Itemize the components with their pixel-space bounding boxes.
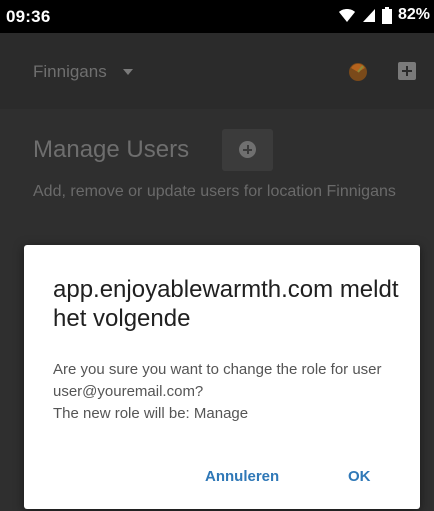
battery-icon [381,6,392,24]
location-dropdown[interactable]: Finnigans [33,62,133,82]
signal-icon [362,7,376,23]
dialog-title: app.enjoyablewarmth.com meldt het volgen… [53,276,399,332]
status-bar: 09:36 82% [0,0,434,33]
wifi-icon [338,7,356,23]
battery-percent: 82% [397,6,430,23]
page-title: Manage Users [33,136,190,163]
gauge-icon[interactable] [348,62,368,82]
plus-circle-icon [239,141,256,158]
dialog-message-line: The new role will be: Manage [53,405,249,422]
ok-button[interactable]: OK [348,468,371,485]
cancel-button[interactable]: Annuleren [205,468,279,485]
dialog-message: Are you sure you want to change the role… [53,359,408,425]
chevron-down-icon [122,69,133,75]
status-time: 09:36 [6,7,51,26]
status-icons: 82% [338,6,430,24]
alert-dialog: app.enjoyablewarmth.com meldt het volgen… [24,245,420,509]
add-user-button[interactable] [222,129,273,171]
location-label: Finnigans [33,62,107,81]
add-location-icon[interactable] [398,62,416,80]
dialog-message-line: Are you sure you want to change the role… [53,361,382,400]
page-subtitle: Add, remove or update users for location… [33,183,396,200]
